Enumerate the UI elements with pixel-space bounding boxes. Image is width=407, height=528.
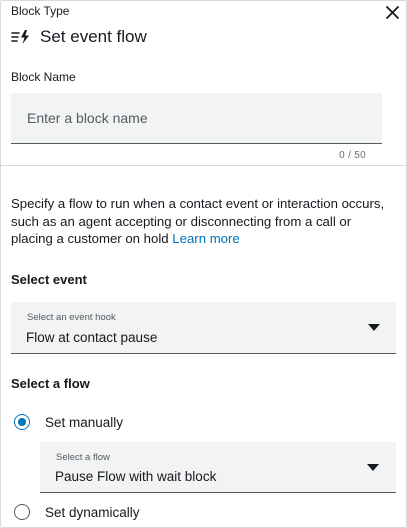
radio-set-manually[interactable]: Set manually xyxy=(14,413,123,431)
block-name-input[interactable] xyxy=(11,93,382,144)
block-title-row: Set event flow xyxy=(11,26,147,48)
chevron-down-icon xyxy=(368,324,380,331)
page-title: Set event flow xyxy=(40,27,147,46)
radio-label-set-dynamically: Set dynamically xyxy=(45,504,140,520)
radio-button-unchecked[interactable] xyxy=(14,504,30,520)
char-count: 0 / 50 xyxy=(339,150,366,161)
close-button[interactable] xyxy=(381,1,403,23)
flow-selected-value: Pause Flow with wait block xyxy=(55,469,217,484)
select-event-heading: Select event xyxy=(11,272,87,287)
event-hook-select-label: Select an event hook xyxy=(27,312,116,323)
radio-label-set-manually: Set manually xyxy=(45,414,124,430)
close-icon xyxy=(385,5,399,19)
chevron-down-icon xyxy=(367,464,379,471)
event-hook-select[interactable]: Select an event hook Flow at contact pau… xyxy=(11,302,396,354)
select-flow-heading: Select a flow xyxy=(11,376,90,391)
event-hook-selected-value: Flow at contact pause xyxy=(26,330,158,345)
description-text: Specify a flow to run when a contact eve… xyxy=(11,195,396,248)
radio-set-dynamically[interactable]: Set dynamically xyxy=(14,503,140,521)
learn-more-link[interactable]: Learn more xyxy=(172,231,239,246)
flow-select[interactable]: Select a flow Pause Flow with wait block xyxy=(40,442,396,493)
radio-button-checked[interactable] xyxy=(14,414,30,430)
set-event-flow-panel: Block Type Set event flow Block Name 0 /… xyxy=(0,0,407,528)
block-type-label: Block Type xyxy=(11,4,70,18)
block-name-label: Block Name xyxy=(11,70,76,84)
flow-select-label: Select a flow xyxy=(56,452,110,463)
flow-bolt-icon xyxy=(11,29,31,45)
section-divider xyxy=(1,165,407,166)
